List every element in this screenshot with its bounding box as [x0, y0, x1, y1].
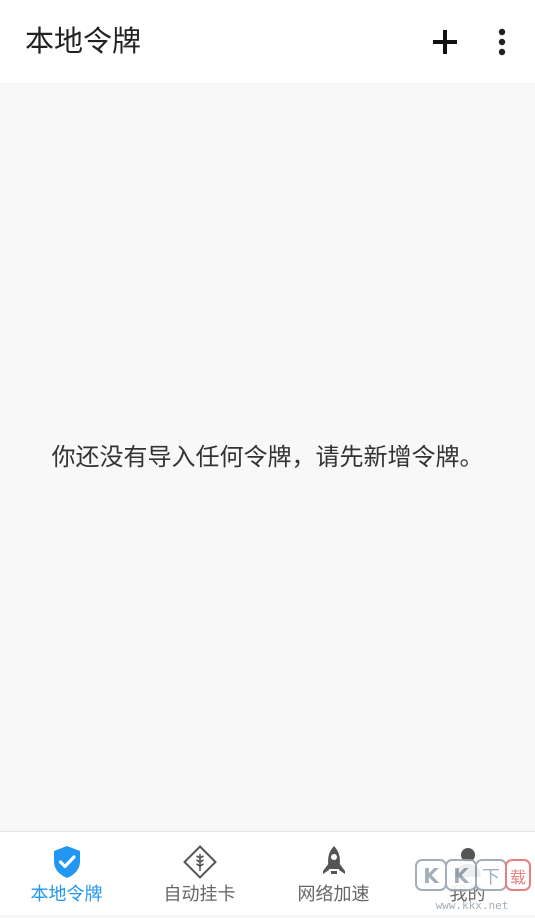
svg-text:载: 载 [510, 868, 526, 887]
nav-tab-network-boost[interactable]: 网络加速 [267, 832, 400, 916]
nav-label: 自动挂卡 [163, 884, 236, 905]
shield-check-icon [49, 844, 85, 880]
empty-state-message: 你还没有导入任何令牌，请先新增令牌。 [51, 443, 484, 471]
nav-label: 网络加速 [297, 884, 370, 905]
rocket-icon [316, 844, 352, 880]
add-token-button[interactable] [423, 20, 467, 64]
plus-icon [433, 30, 457, 54]
watermark-logo: K K 下 载 www.kkx.net [412, 856, 532, 914]
svg-text:www.kkx.net: www.kkx.net [436, 899, 509, 912]
nav-tab-local-tokens[interactable]: 本地令牌 [0, 832, 133, 916]
more-options-button[interactable] [482, 20, 522, 64]
svg-text:下: 下 [482, 867, 500, 888]
nav-label: 本地令牌 [30, 884, 103, 905]
token-list-area: 你还没有导入任何令牌，请先新增令牌。 [0, 83, 535, 831]
svg-text:K: K [423, 864, 440, 888]
svg-text:K: K [453, 864, 470, 888]
more-vertical-icon [498, 28, 506, 56]
nav-tab-auto-idle[interactable]: 自动挂卡 [133, 832, 266, 916]
wheat-diamond-icon [182, 844, 218, 880]
app-bar: 本地令牌 [0, 0, 535, 83]
page-title: 本地令牌 [25, 24, 142, 58]
